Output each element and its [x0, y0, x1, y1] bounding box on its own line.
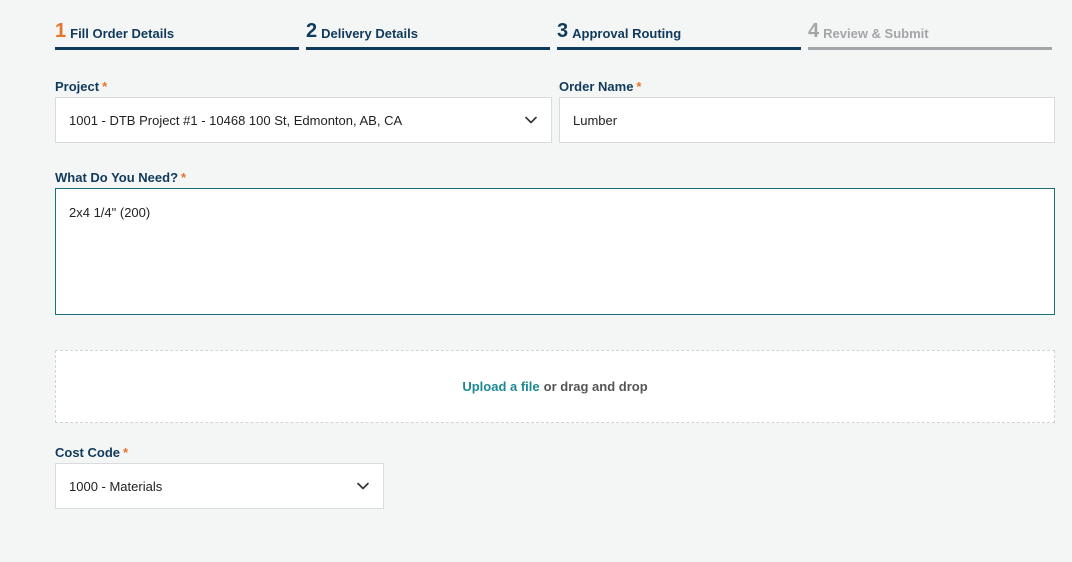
step-number: 1 [55, 20, 67, 42]
cost-code-label-text: Cost Code [55, 445, 120, 460]
order-name-value: Lumber [573, 112, 618, 128]
order-name-label: Order Name * [559, 79, 641, 94]
step-review-submit: 4 Review & Submit [808, 20, 1052, 50]
needs-label-text: What Do You Need? [55, 170, 179, 185]
step-number: 3 [557, 20, 569, 42]
required-marker: * [636, 79, 642, 94]
cost-code-value: 1000 - Materials [69, 478, 163, 494]
cost-code-label: Cost Code * [55, 445, 128, 460]
upload-file-link[interactable]: Upload a file [462, 379, 539, 394]
needs-textarea[interactable]: 2x4 1/4" (200) [55, 188, 1055, 315]
order-stepper: 1 Fill Order Details 2 Delivery Details … [55, 20, 1052, 50]
step-delivery-details[interactable]: 2 Delivery Details [306, 20, 550, 50]
required-marker: * [102, 79, 108, 94]
step-number: 2 [306, 20, 318, 42]
required-marker: * [181, 170, 187, 185]
file-dropzone[interactable]: Upload a file or drag and drop [55, 350, 1055, 423]
drag-drop-text: or drag and drop [543, 379, 648, 394]
project-label-text: Project [55, 79, 100, 94]
step-fill-order-details[interactable]: 1 Fill Order Details [55, 20, 299, 50]
chevron-down-icon [525, 116, 537, 124]
project-select[interactable]: 1001 - DTB Project #1 - 10468 100 St, Ed… [55, 97, 552, 143]
project-select-value: 1001 - DTB Project #1 - 10468 100 St, Ed… [69, 112, 403, 128]
step-label: Approval Routing [572, 26, 682, 41]
order-name-label-text: Order Name [559, 79, 634, 94]
step-label: Delivery Details [321, 26, 418, 41]
needs-label: What Do You Need? * [55, 170, 186, 185]
step-number: 4 [808, 20, 820, 42]
needs-value: 2x4 1/4" (200) [69, 205, 151, 220]
required-marker: * [123, 445, 129, 460]
cost-code-select[interactable]: 1000 - Materials [55, 463, 384, 509]
chevron-down-icon [357, 482, 369, 490]
step-label: Review & Submit [823, 26, 929, 41]
step-label: Fill Order Details [70, 26, 175, 41]
order-name-input[interactable]: Lumber [559, 97, 1055, 143]
project-label: Project * [55, 79, 107, 94]
step-approval-routing[interactable]: 3 Approval Routing [557, 20, 801, 50]
